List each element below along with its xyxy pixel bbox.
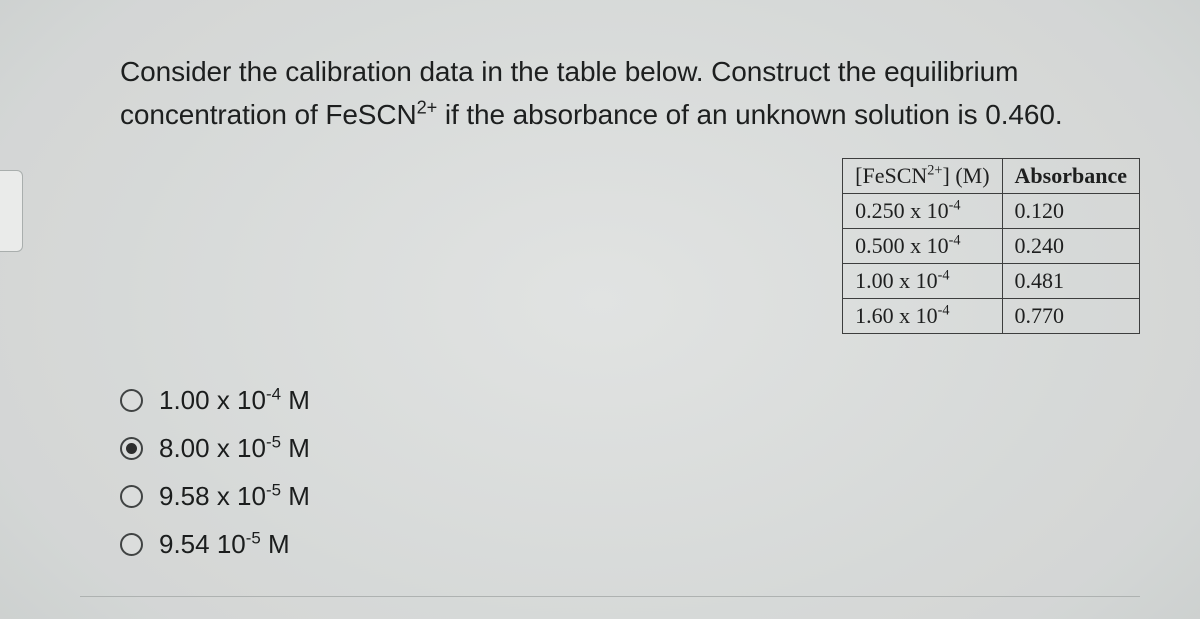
page-container: Consider the calibration data in the tab… (0, 0, 1200, 619)
table-row: 1.00 x 10-40.481 (843, 264, 1140, 299)
answer-option[interactable]: 1.00 x 10-4 M (120, 380, 310, 420)
cell-conc-pre: 1.60 x 10 (855, 303, 938, 328)
cell-concentration: 0.250 x 10-4 (843, 194, 1002, 229)
answer-option[interactable]: 9.54 10-5 M (120, 524, 310, 564)
option-post: M (281, 385, 310, 415)
radio-button[interactable] (120, 437, 143, 460)
cell-conc-sup: -4 (949, 233, 961, 249)
cell-absorbance: 0.120 (1002, 194, 1139, 229)
cell-conc-pre: 0.500 x 10 (855, 233, 949, 258)
option-pre: 9.54 10 (159, 529, 246, 559)
table-body: 0.250 x 10-40.1200.500 x 10-40.2401.00 x… (843, 194, 1140, 334)
page-edge-tab (0, 170, 23, 252)
option-sup: -5 (266, 432, 281, 451)
option-post: M (281, 481, 310, 511)
table-header-row: [FeSCN2+] (M) Absorbance (843, 159, 1140, 194)
question-line2-post: if the absorbance of an unknown solution… (437, 99, 1062, 130)
option-label: 1.00 x 10-4 M (159, 385, 310, 416)
option-post: M (261, 529, 290, 559)
th-conc-pre: [FeSCN (855, 163, 927, 188)
calibration-table: [FeSCN2+] (M) Absorbance 0.250 x 10-40.1… (842, 158, 1140, 334)
option-label: 9.58 x 10-5 M (159, 481, 310, 512)
answer-option[interactable]: 8.00 x 10-5 M (120, 428, 310, 468)
option-pre: 9.58 x 10 (159, 481, 266, 511)
table-row: 0.500 x 10-40.240 (843, 229, 1140, 264)
question-line1: Consider the calibration data in the tab… (120, 56, 1018, 87)
option-post: M (281, 433, 310, 463)
answer-option[interactable]: 9.58 x 10-5 M (120, 476, 310, 516)
question-superscript: 2+ (417, 98, 438, 118)
th-abs: Absorbance (1015, 163, 1127, 188)
option-sup: -4 (266, 384, 281, 403)
cell-conc-sup: -4 (938, 303, 950, 319)
cell-concentration: 1.00 x 10-4 (843, 264, 1002, 299)
option-sup: -5 (246, 528, 261, 547)
cell-conc-sup: -4 (938, 268, 950, 284)
cell-conc-sup: -4 (949, 198, 961, 214)
table-row: 0.250 x 10-40.120 (843, 194, 1140, 229)
question-line2-pre: concentration of FeSCN (120, 99, 417, 130)
radio-button[interactable] (120, 533, 143, 556)
cell-concentration: 1.60 x 10-4 (843, 299, 1002, 334)
cell-conc-pre: 1.00 x 10 (855, 268, 938, 293)
radio-button[interactable] (120, 389, 143, 412)
answer-options: 1.00 x 10-4 M8.00 x 10-5 M9.58 x 10-5 M9… (120, 380, 310, 572)
table-row: 1.60 x 10-40.770 (843, 299, 1140, 334)
cell-absorbance: 0.770 (1002, 299, 1139, 334)
question-text: Consider the calibration data in the tab… (120, 50, 1120, 137)
cell-absorbance: 0.481 (1002, 264, 1139, 299)
option-label: 8.00 x 10-5 M (159, 433, 310, 464)
option-pre: 1.00 x 10 (159, 385, 266, 415)
cell-concentration: 0.500 x 10-4 (843, 229, 1002, 264)
option-label: 9.54 10-5 M (159, 529, 290, 560)
bottom-rule (80, 596, 1140, 597)
th-conc-sup: 2+ (927, 163, 942, 179)
cell-absorbance: 0.240 (1002, 229, 1139, 264)
table-header-concentration: [FeSCN2+] (M) (843, 159, 1002, 194)
cell-conc-pre: 0.250 x 10 (855, 198, 949, 223)
option-pre: 8.00 x 10 (159, 433, 266, 463)
th-conc-post: ] (M) (943, 163, 990, 188)
table-header-absorbance: Absorbance (1002, 159, 1139, 194)
radio-button[interactable] (120, 485, 143, 508)
option-sup: -5 (266, 480, 281, 499)
